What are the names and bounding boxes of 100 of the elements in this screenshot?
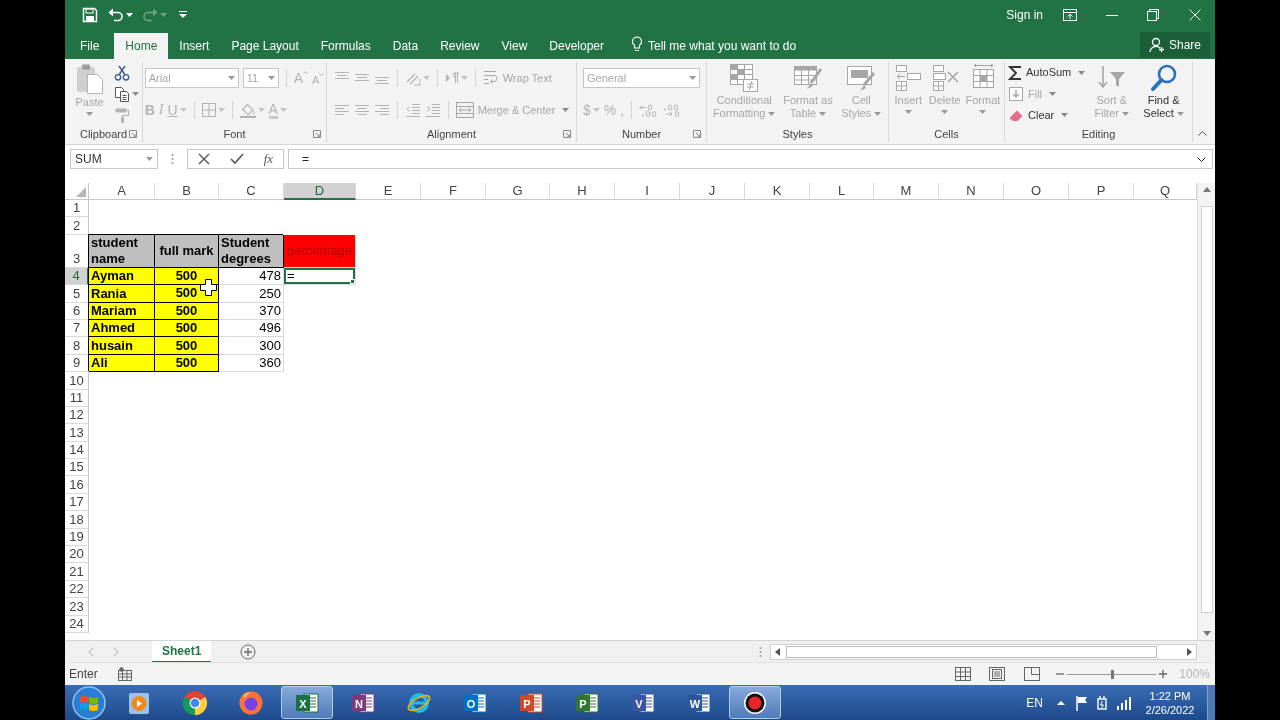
spreadsheet-cell[interactable]: Student degrees (219, 234, 284, 268)
spreadsheet-cell[interactable]: student name (89, 234, 155, 268)
column-header[interactable]: H (550, 183, 615, 200)
signal-bars-icon[interactable] (1116, 695, 1132, 710)
scrollbar-thumb[interactable] (1200, 206, 1213, 613)
column-header[interactable]: A (89, 183, 155, 200)
scrollbar-thumb[interactable] (786, 645, 1157, 658)
scroll-right-icon[interactable] (1187, 647, 1192, 656)
column-header[interactable]: G (486, 183, 550, 200)
spreadsheet-cell[interactable]: 500 (155, 319, 219, 338)
power-plug-icon[interactable] (1095, 694, 1109, 711)
column-header[interactable]: N (939, 183, 1004, 200)
show-desktop-button[interactable] (1207, 685, 1215, 720)
fill-handle-icon[interactable] (350, 279, 355, 285)
page-break-view-icon[interactable] (1024, 667, 1041, 681)
row-header[interactable]: 16 (65, 476, 89, 494)
row-header[interactable]: 20 (65, 546, 89, 564)
spreadsheet-cell[interactable]: 300 (219, 337, 284, 355)
column-header[interactable]: J (680, 183, 745, 200)
taskbar-button[interactable] (729, 686, 781, 719)
row-header[interactable]: 1 (65, 200, 89, 218)
ribbon-tab[interactable]: Formulas (309, 33, 382, 59)
clock-date[interactable]: 2/26/2022 (1145, 702, 1195, 717)
spreadsheet-cell[interactable]: 500 (155, 267, 219, 286)
ribbon-tab[interactable]: Page Layout (220, 33, 310, 59)
dialog-launcher-icon[interactable] (129, 130, 137, 139)
tell-me-field[interactable]: Tell me what you want to do (648, 33, 838, 59)
clear-button[interactable]: Clear (1008, 107, 1069, 124)
fox-browser-icon[interactable] (238, 689, 264, 716)
ribbon-tab[interactable]: Developer (538, 33, 615, 59)
collapse-ribbon-icon[interactable] (1198, 131, 1207, 136)
add-sheet-icon[interactable] (240, 643, 257, 660)
column-header[interactable]: F (421, 183, 486, 200)
spreadsheet-cell[interactable]: Mariam (89, 302, 155, 320)
split-handle-icon[interactable] (171, 153, 174, 165)
customize-toolbar-icon[interactable] (179, 10, 187, 20)
ribbon-tab[interactable]: File (65, 33, 115, 59)
spreadsheet-cell[interactable]: Ahmed (89, 319, 155, 338)
scroll-up-icon[interactable] (1202, 187, 1211, 192)
cancel-icon[interactable] (197, 153, 210, 165)
ribbon-tab[interactable]: View (490, 33, 539, 59)
sheet-tab[interactable]: Sheet1 (152, 640, 212, 663)
find-select-button[interactable]: Find & Select (1138, 62, 1189, 120)
page-layout-view-icon[interactable] (989, 667, 1006, 681)
scroll-left-icon[interactable] (775, 647, 780, 656)
row-header[interactable]: 5 (65, 285, 89, 303)
enter-icon[interactable] (229, 153, 244, 165)
browser-icon[interactable] (182, 689, 208, 716)
column-header[interactable]: B (155, 183, 219, 200)
column-header[interactable]: E (356, 183, 421, 200)
restore-icon[interactable] (1147, 9, 1159, 21)
scissors-icon[interactable] (113, 64, 130, 81)
ribbon-tab[interactable]: Data (381, 33, 430, 59)
undo-icon[interactable] (108, 8, 124, 22)
copy-icon[interactable] (113, 86, 130, 102)
row-header[interactable]: 21 (65, 563, 89, 581)
formula-field[interactable]: = (288, 149, 1213, 169)
ribbon-tab[interactable]: Insert (168, 33, 221, 59)
start-button-icon[interactable] (69, 685, 109, 720)
ribbon-tab[interactable]: Review (429, 33, 491, 59)
spreadsheet-cell[interactable]: husain (89, 337, 155, 355)
dialog-launcher-icon[interactable] (563, 130, 571, 139)
taskbar-button[interactable]: X (281, 686, 333, 719)
select-all-icon[interactable] (76, 187, 86, 197)
record-icon[interactable] (742, 689, 768, 716)
row-header[interactable]: 2 (65, 217, 89, 235)
caret-icon[interactable] (126, 13, 133, 17)
row-header[interactable]: 13 (65, 424, 89, 442)
dialog-launcher-icon[interactable] (693, 130, 701, 139)
dialog-launcher-icon[interactable] (313, 130, 321, 139)
column-header[interactable]: C (219, 183, 284, 200)
column-header[interactable]: L (810, 183, 874, 200)
caret-icon[interactable] (131, 92, 139, 96)
spreadsheet-cell[interactable]: 500 (155, 337, 219, 355)
column-header[interactable]: O (1004, 183, 1069, 200)
column-header[interactable]: D (284, 183, 356, 200)
flag-icon[interactable] (1075, 694, 1089, 711)
row-header[interactable]: 3 (65, 234, 89, 268)
save-icon[interactable] (82, 7, 98, 23)
spreadsheet-cell[interactable]: 500 (155, 354, 219, 373)
spreadsheet-cell[interactable]: 250 (219, 285, 284, 303)
spreadsheet-cell[interactable]: Ali (89, 354, 155, 373)
ribbon-display-options-icon[interactable] (1063, 9, 1077, 21)
row-header[interactable]: 8 (65, 337, 89, 355)
macro-record-icon[interactable] (117, 667, 132, 681)
close-icon[interactable] (1189, 9, 1201, 21)
spreadsheet-cell[interactable]: Ayman (89, 267, 155, 286)
normal-view-icon[interactable] (955, 667, 972, 681)
spreadsheet-cell[interactable]: 500 (155, 302, 219, 320)
name-box[interactable]: SUM (70, 149, 158, 169)
spreadsheet-cell[interactable]: Rania (89, 285, 155, 303)
expand-formula-icon[interactable] (1197, 156, 1206, 162)
scroll-down-icon[interactable] (1202, 631, 1211, 636)
autosum-button[interactable]: AutoSum (1008, 64, 1086, 81)
zoom-in-icon[interactable] (1159, 670, 1168, 678)
column-header[interactable]: M (874, 183, 939, 200)
language-indicator[interactable]: EN (1026, 693, 1043, 712)
column-header[interactable]: P (1069, 183, 1134, 200)
row-header[interactable]: 18 (65, 511, 89, 529)
ribbon-tab[interactable]: Home (114, 33, 169, 59)
